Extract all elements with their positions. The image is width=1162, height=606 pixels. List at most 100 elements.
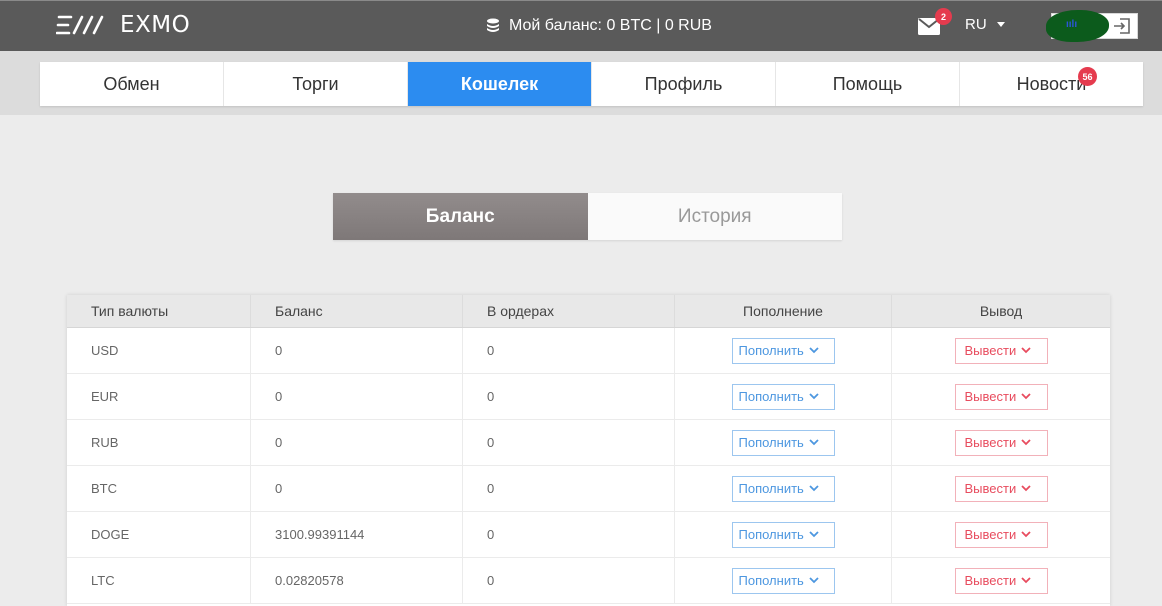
deposit-cell: Пополнить	[675, 466, 892, 511]
table-row: LTC 0.02820578 0 Пополнить Вывести	[67, 558, 1110, 604]
nav-item-news[interactable]: Новости	[960, 62, 1143, 106]
chevron-down-icon	[1021, 393, 1031, 400]
balance-cell: 3100.99391144	[251, 512, 463, 557]
deposit-label: Пополнить	[738, 343, 804, 358]
chevron-down-icon	[809, 485, 819, 492]
avatar	[1046, 10, 1109, 42]
nav-item-exchange[interactable]: Обмен	[40, 62, 224, 106]
deposit-button[interactable]: Пополнить	[731, 521, 835, 548]
balance-cell: 0	[251, 374, 463, 419]
tab-history[interactable]: История	[587, 193, 842, 240]
deposit-cell: Пополнить	[675, 328, 892, 373]
table-body: USD 0 0 Пополнить Вывести EUR 0 0 Пополнить Вывес…	[67, 328, 1110, 604]
mail-badge: 2	[935, 8, 952, 25]
withdraw-cell: Вывести	[892, 512, 1110, 557]
header-currency: Тип валюты	[67, 295, 251, 327]
withdraw-label: Вывести	[964, 389, 1017, 404]
deposit-cell: Пополнить	[675, 512, 892, 557]
balance-cell: 0.02820578	[251, 558, 463, 603]
chevron-down-icon	[1021, 531, 1031, 538]
balance-cell: 0	[251, 420, 463, 465]
wallet-tabs: Баланс История	[333, 193, 842, 240]
deposit-cell: Пополнить	[675, 558, 892, 603]
header-deposit: Пополнение	[675, 295, 892, 327]
chevron-down-icon	[809, 347, 819, 354]
withdraw-cell: Вывести	[892, 558, 1110, 603]
withdraw-button[interactable]: Вывести	[954, 383, 1048, 410]
deposit-button[interactable]: Пополнить	[731, 475, 835, 502]
in-orders-cell: 0	[463, 328, 675, 373]
in-orders-cell: 0	[463, 466, 675, 511]
chevron-down-icon	[809, 393, 819, 400]
nav-item-label: Торги	[292, 73, 339, 94]
table-row: RUB 0 0 Пополнить Вывести	[67, 420, 1110, 466]
currency-cell: USD	[67, 328, 251, 373]
nav-item-label: Помощь	[832, 73, 903, 94]
nav-item-trade[interactable]: Торги	[224, 62, 408, 106]
withdraw-button[interactable]: Вывести	[954, 521, 1048, 548]
nav-item-label: Новости	[1016, 73, 1087, 94]
logout-icon[interactable]	[1113, 17, 1131, 35]
deposit-label: Пополнить	[738, 389, 804, 404]
chevron-down-icon	[1021, 577, 1031, 584]
header-in-orders: В ордерах	[463, 295, 675, 327]
deposit-label: Пополнить	[738, 481, 804, 496]
header-balance: Баланс	[251, 295, 463, 327]
balance-summary: Мой баланс: 0 BTC | 0 RUB	[486, 14, 712, 38]
exmo-logo-icon	[56, 15, 104, 35]
currency-cell: DOGE	[67, 512, 251, 557]
deposit-button[interactable]: Пополнить	[731, 567, 835, 594]
deposit-button[interactable]: Пополнить	[731, 429, 835, 456]
in-orders-cell: 0	[463, 512, 675, 557]
withdraw-button[interactable]: Вывести	[954, 475, 1048, 502]
deposit-button[interactable]: Пополнить	[731, 337, 835, 364]
coins-icon	[487, 18, 499, 32]
table-row: DOGE 3100.99391144 0 Пополнить Вывести	[67, 512, 1110, 558]
table-row: BTC 0 0 Пополнить Вывести	[67, 466, 1110, 512]
balance-text: Мой баланс: 0 BTC | 0 RUB	[509, 17, 712, 34]
avatar-mark-icon: ıılı	[1066, 19, 1078, 30]
withdraw-button[interactable]: Вывести	[954, 429, 1048, 456]
currency-cell: RUB	[67, 420, 251, 465]
logo-text: EXMO	[120, 12, 191, 38]
withdraw-label: Вывести	[964, 435, 1017, 450]
chevron-down-icon	[809, 577, 819, 584]
table-row: USD 0 0 Пополнить Вывести	[67, 328, 1110, 374]
header-withdraw: Вывод	[979, 303, 1023, 319]
table-header: Тип валюты Баланс В ордерах Пополнение В…	[67, 295, 1110, 328]
chevron-down-icon	[809, 439, 819, 446]
language-selector[interactable]: RU	[965, 16, 1005, 33]
main-nav: Обмен Торги Кошелек Профиль Помощь Новос…	[40, 62, 1143, 106]
withdraw-button[interactable]: Вывести	[954, 337, 1048, 364]
deposit-button[interactable]: Пополнить	[731, 383, 835, 410]
balance-cell: 0	[251, 328, 463, 373]
chevron-down-icon	[1021, 485, 1031, 492]
nav-item-wallet[interactable]: Кошелек	[408, 62, 592, 106]
nav-item-label: Обмен	[103, 73, 160, 94]
in-orders-cell: 0	[463, 374, 675, 419]
exmo-logo[interactable]: EXMO	[56, 12, 190, 38]
deposit-cell: Пополнить	[675, 374, 892, 419]
tab-balance[interactable]: Баланс	[333, 193, 588, 240]
nav-item-label: Кошелек	[460, 73, 539, 94]
nav-item-help[interactable]: Помощь	[776, 62, 960, 106]
withdraw-label: Вывести	[964, 481, 1017, 496]
balance-cell: 0	[251, 466, 463, 511]
deposit-label: Пополнить	[738, 527, 804, 542]
withdraw-cell: Вывести	[892, 466, 1110, 511]
withdraw-button[interactable]: Вывести	[954, 567, 1048, 594]
chevron-down-icon	[1021, 439, 1031, 446]
withdraw-cell: Вывести	[892, 328, 1110, 373]
wallet-table: Тип валюты Баланс В ордерах Пополнение В…	[67, 295, 1110, 606]
nav-item-profile[interactable]: Профиль	[592, 62, 776, 106]
currency-cell: BTC	[67, 466, 251, 511]
withdraw-label: Вывести	[964, 527, 1017, 542]
nav-item-label: Профиль	[644, 73, 723, 94]
in-orders-cell: 0	[463, 420, 675, 465]
caret-down-icon	[996, 22, 1005, 27]
currency-cell: EUR	[67, 374, 251, 419]
withdraw-cell: Вывести	[892, 420, 1110, 465]
chevron-down-icon	[1021, 347, 1031, 354]
language-label: RU	[965, 16, 987, 33]
withdraw-label: Вывести	[964, 573, 1017, 588]
